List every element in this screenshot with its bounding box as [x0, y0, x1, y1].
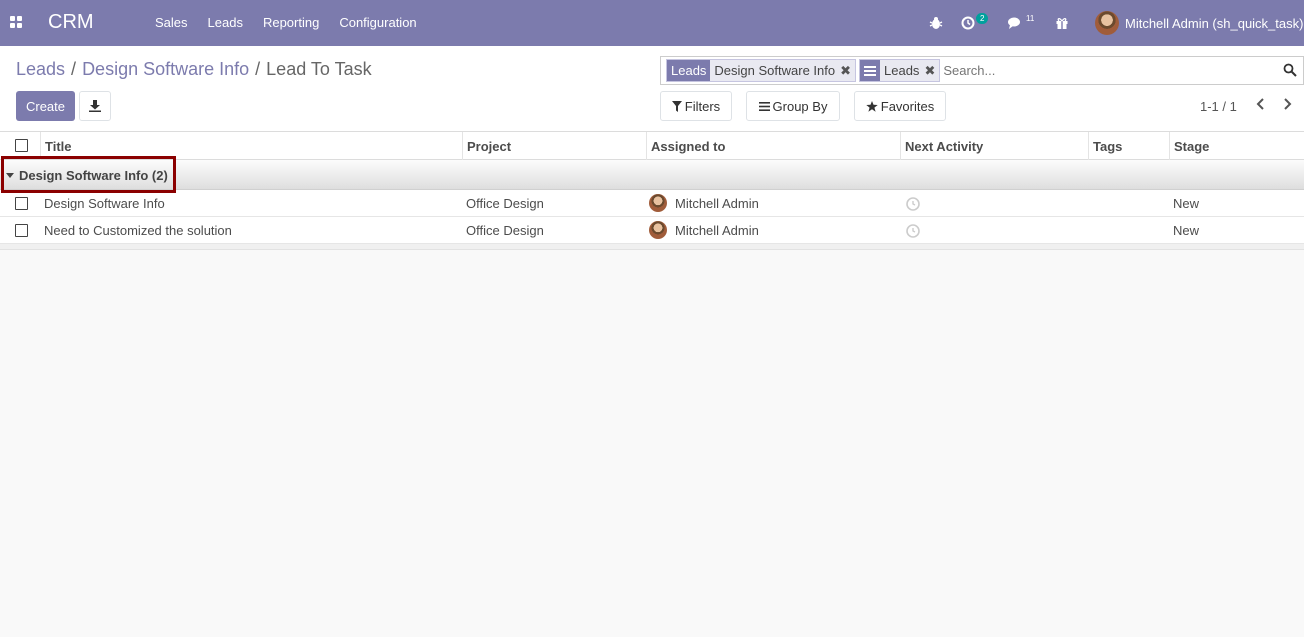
column-header-stage[interactable]: Stage [1169, 132, 1304, 160]
cell-title: Need to Customized the solution [44, 223, 232, 238]
facet-value-text: Design Software Info [714, 63, 836, 78]
activity-clock-icon[interactable] [906, 224, 920, 238]
cell-assigned-to: Mitchell Admin [675, 196, 759, 211]
cell-project: Office Design [466, 223, 544, 238]
facet-value-text: Leads [884, 63, 920, 78]
row-checkbox[interactable] [15, 224, 28, 237]
select-all-checkbox[interactable] [15, 139, 28, 152]
clock-icon [961, 16, 975, 30]
cell-assigned-to: Mitchell Admin [675, 223, 759, 238]
column-header-project[interactable]: Project [462, 132, 646, 160]
menu-item-sales[interactable]: Sales [155, 15, 188, 30]
filters-button[interactable]: Filters [660, 91, 732, 121]
column-header-assigned-to[interactable]: Assigned to [646, 132, 900, 160]
facet-label: Leads [667, 60, 711, 81]
download-button[interactable] [79, 91, 111, 121]
apps-menu-icon[interactable] [10, 16, 22, 28]
control-panel: Leads / Design Software Info / Lead To T… [0, 46, 1304, 132]
message-count-badge: 11 [1026, 13, 1035, 23]
cell-stage: New [1173, 223, 1200, 238]
list-view-table: Title Project Assigned to Next Activity … [0, 132, 1304, 250]
table-row[interactable]: Need to Customized the solution Office D… [0, 217, 1304, 244]
search-bar: Leads Design Software Info ✖ Leads ✖ [660, 56, 1304, 85]
assignee-avatar [649, 194, 667, 212]
breadcrumb: Leads / Design Software Info / Lead To T… [16, 59, 372, 80]
debug-icon[interactable] [929, 0, 943, 46]
row-checkbox[interactable] [15, 197, 28, 210]
top-navbar: CRM Sales Leads Reporting Configuration … [0, 0, 1304, 46]
favorites-label: Favorites [880, 98, 935, 114]
download-icon [89, 100, 101, 112]
activity-menu[interactable]: 2 [961, 0, 989, 46]
activity-clock-icon[interactable] [906, 197, 920, 211]
pager-value[interactable]: 1-1 / 1 [1200, 99, 1237, 114]
user-name: Mitchell Admin (sh_quick_task) [1125, 15, 1304, 31]
group-row[interactable]: Design Software Info (2) [0, 160, 1304, 190]
main-menu: Sales Leads Reporting Configuration [155, 15, 437, 30]
remove-facet-icon[interactable]: ✖ [840, 63, 851, 79]
user-menu[interactable]: Mitchell Admin (sh_quick_task) [1095, 0, 1303, 46]
breadcrumb-item-leads[interactable]: Leads [16, 59, 65, 80]
breadcrumb-separator: / [71, 59, 77, 79]
filters-label: Filters [684, 98, 721, 114]
table-footer [0, 244, 1304, 250]
activity-count-badge: 2 [976, 12, 989, 24]
menu-item-leads[interactable]: Leads [208, 15, 243, 30]
column-header-tags[interactable]: Tags [1088, 132, 1169, 160]
pager-previous-icon[interactable] [1256, 97, 1265, 115]
breadcrumb-separator: / [255, 59, 261, 79]
search-icon[interactable] [1283, 63, 1297, 77]
chat-icon [1008, 17, 1020, 29]
table-header: Title Project Assigned to Next Activity … [0, 132, 1304, 160]
cell-title: Design Software Info [44, 196, 165, 211]
star-icon [866, 100, 878, 112]
facet-value: Design Software Info ✖ [710, 60, 856, 81]
list-icon [758, 101, 770, 111]
cell-project: Office Design [466, 196, 544, 211]
column-header-next-activity[interactable]: Next Activity [900, 132, 1088, 160]
group-by-label: Group By [772, 98, 828, 114]
pager-next-icon[interactable] [1283, 97, 1292, 115]
search-facet-groupby: Leads ✖ [859, 59, 941, 82]
cell-stage: New [1173, 196, 1200, 211]
search-input[interactable] [943, 59, 1284, 82]
menu-item-configuration[interactable]: Configuration [339, 15, 416, 30]
messaging-menu[interactable]: 11 [1007, 0, 1034, 46]
create-button[interactable]: Create [16, 91, 75, 121]
table-row[interactable]: Design Software Info Office Design Mitch… [0, 190, 1304, 217]
app-brand[interactable]: CRM [48, 11, 94, 34]
assignee-avatar [649, 221, 667, 239]
favorites-button[interactable]: Favorites [854, 91, 946, 121]
gift-icon[interactable] [1055, 0, 1069, 46]
user-avatar [1095, 11, 1119, 35]
menu-item-reporting[interactable]: Reporting [263, 15, 319, 30]
breadcrumb-current: Lead To Task [266, 59, 372, 79]
group-by-button[interactable]: Group By [746, 91, 840, 121]
search-facet-leads: Leads Design Software Info ✖ [666, 59, 857, 82]
breadcrumb-item-design-software-info[interactable]: Design Software Info [82, 59, 249, 80]
group-highlight-box [1, 156, 176, 193]
remove-facet-icon[interactable]: ✖ [924, 63, 935, 79]
group-by-icon [860, 60, 881, 81]
filter-icon [671, 100, 682, 112]
facet-value: Leads ✖ [880, 60, 940, 81]
